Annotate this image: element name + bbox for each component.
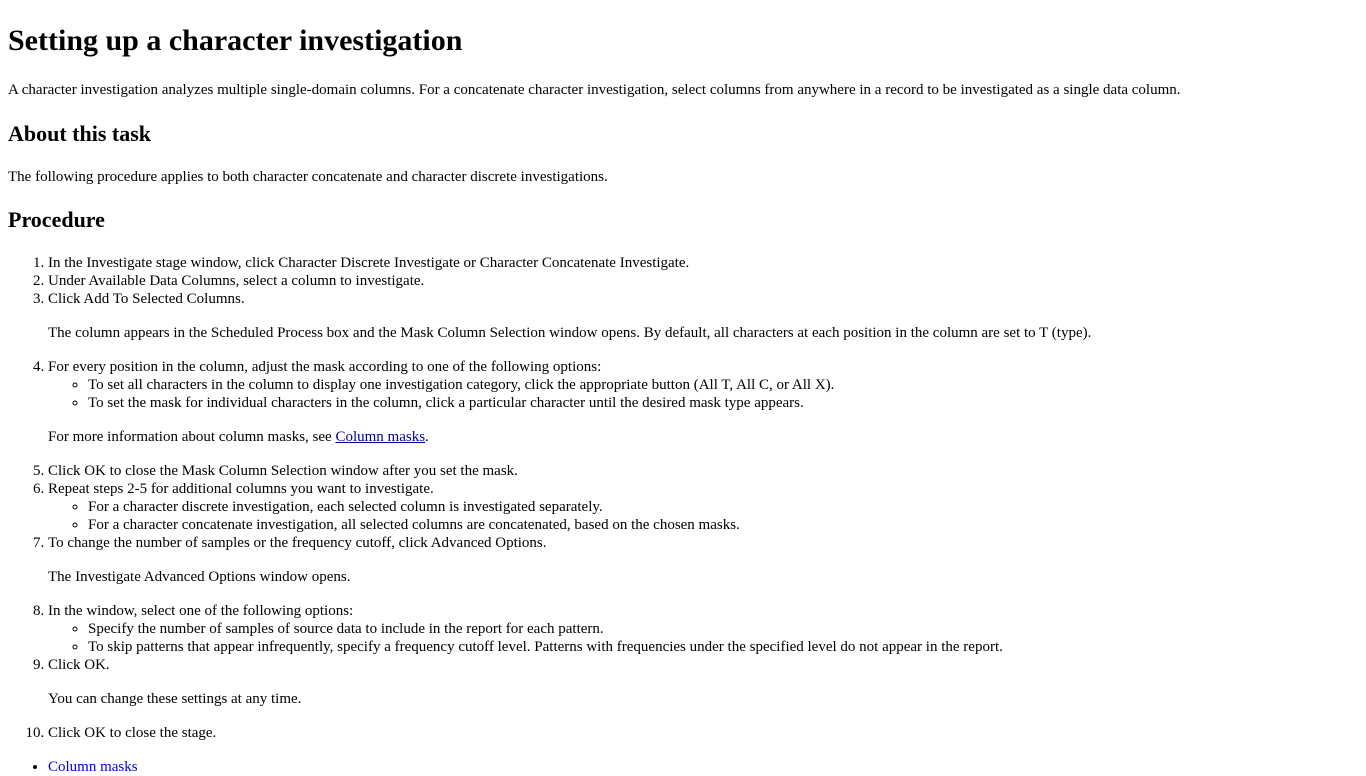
step-7: To change the number of samples or the f… <box>48 534 1358 586</box>
related-link-column-masks[interactable]: Column masks <box>48 759 138 775</box>
procedure-heading: Procedure <box>8 207 105 232</box>
info-text: For more information about column masks,… <box>48 429 336 445</box>
step-10: Click OK to close the stage. <box>48 724 1358 742</box>
step-8: In the window, select one of the followi… <box>48 602 1358 656</box>
substep-list: To set all characters in the column to d… <box>48 376 1358 412</box>
info-punct: . <box>425 429 429 445</box>
step-info: For more information about column masks,… <box>48 428 1358 446</box>
step-4: For every position in the column, adjust… <box>48 358 1358 446</box>
step-info: The Investigate Advanced Options window … <box>48 569 351 585</box>
page-title: Setting up a character investigation <box>8 24 463 57</box>
substep: To skip patterns that appear infrequentl… <box>88 638 1358 656</box>
step-1: In the Investigate stage window, click C… <box>48 254 1358 272</box>
substep: To set all characters in the column to d… <box>88 376 1358 394</box>
step-info: The column appears in the Scheduled Proc… <box>48 325 1092 341</box>
step-text: Click Add To Selected Columns. <box>48 291 245 307</box>
related-link-item: Column masks <box>48 758 1358 776</box>
substep: For a character discrete investigation, … <box>88 498 1358 516</box>
substep-list: For a character discrete investigation, … <box>48 498 1358 534</box>
step-9: Click OK. You can change these settings … <box>48 656 1358 708</box>
about-paragraph: The following procedure applies to both … <box>8 169 608 185</box>
step-text: Click OK to close the stage. <box>48 725 217 741</box>
step-text: Click OK to close the Mask Column Select… <box>48 463 518 479</box>
document-page: Setting up a character investigation A c… <box>0 0 1366 776</box>
step-3: Click Add To Selected Columns. The colum… <box>48 290 1358 342</box>
step-info: You can change these settings at any tim… <box>48 691 302 707</box>
intro-paragraph: A character investigation analyzes multi… <box>8 82 1181 98</box>
step-text: To change the number of samples or the f… <box>48 535 547 551</box>
step-text: Repeat steps 2-5 for additional columns … <box>48 481 434 497</box>
about-heading: About this task <box>8 121 152 146</box>
step-text: In the window, select one of the followi… <box>48 603 354 619</box>
step-text: For every position in the column, adjust… <box>48 359 602 375</box>
step-text: In the Investigate stage window, click C… <box>48 255 690 271</box>
related-links: Column masks <box>8 758 1358 776</box>
substep: Specify the number of samples of source … <box>88 620 1358 638</box>
step-text: Under Available Data Columns, select a c… <box>48 273 425 289</box>
substep: For a character concatenate investigatio… <box>88 516 1358 534</box>
step-6: Repeat steps 2-5 for additional columns … <box>48 480 1358 534</box>
step-text: Click OK. <box>48 657 110 673</box>
step-5: Click OK to close the Mask Column Select… <box>48 462 1358 480</box>
substep-list: Specify the number of samples of source … <box>48 620 1358 656</box>
column-masks-link[interactable]: Column masks <box>335 429 425 445</box>
procedure-steps: In the Investigate stage window, click C… <box>8 254 1358 742</box>
substep: To set the mask for individual character… <box>88 394 1358 412</box>
step-2: Under Available Data Columns, select a c… <box>48 272 1358 290</box>
